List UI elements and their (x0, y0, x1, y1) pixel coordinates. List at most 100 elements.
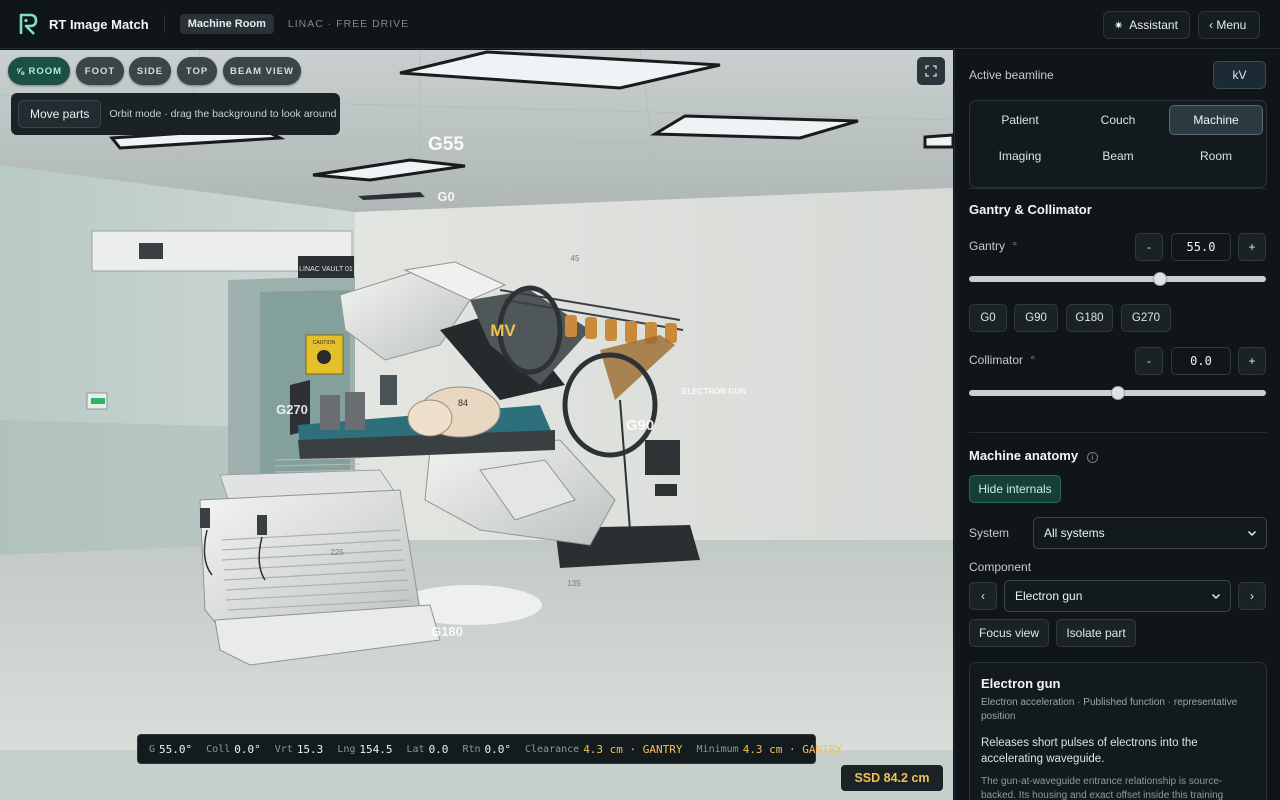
hide-internals-button[interactable]: Hide internals (969, 475, 1061, 503)
gantry-decrement-button[interactable]: - (1135, 233, 1163, 261)
chevron-down-icon (1247, 530, 1257, 537)
component-info-card: Electron gun Electron acceleration · Pub… (969, 662, 1267, 800)
collimator-value-input[interactable]: 0.0 (1171, 347, 1231, 375)
tab-machine[interactable]: Machine (1169, 105, 1263, 135)
readout-lng-label: Lng (337, 743, 356, 755)
tab-imaging[interactable]: Imaging (973, 141, 1067, 171)
readout-clearance-label: Clearance (525, 743, 580, 755)
collimator-slider[interactable] (969, 386, 1266, 400)
assistant-button[interactable]: ✷ Assistant (1103, 11, 1190, 39)
mv-label: MV (490, 321, 516, 340)
caution-sign: CAUTION (313, 340, 336, 346)
app-logo-icon (19, 13, 39, 35)
treatment-room-scene[interactable]: LINAC VAULT 01 CAUTION G55 G0 G270 G90 G… (0, 50, 953, 800)
readout-lng-value: 154.5 (359, 742, 393, 756)
chevron-down-icon (1211, 593, 1221, 600)
collimator-label: Collimator ° (969, 353, 1036, 367)
room-sign: LINAC VAULT 01 (299, 266, 353, 273)
divider (969, 188, 1267, 189)
readout-minimum-value: 4.3 cm · GANTRY (742, 742, 843, 756)
gantry-label-g55: G55 (428, 134, 464, 155)
component-select-value: Electron gun (1015, 589, 1083, 603)
readout-clearance-value: 4.3 cm · GANTRY (583, 742, 683, 756)
assistant-label: Assistant (1129, 18, 1178, 32)
gantry-slider[interactable] (969, 272, 1266, 286)
collimator-increment-button[interactable]: + (1238, 347, 1266, 375)
beamline-toggle-button[interactable]: kV (1213, 61, 1266, 89)
readout-vrt-label: Vrt (274, 743, 293, 755)
preset-g90-button[interactable]: G90 (1014, 304, 1058, 332)
gantry-label-g270: G270 (276, 402, 308, 417)
collimator-slider-thumb[interactable] (1110, 386, 1125, 400)
gantry-label-g180: G180 (431, 624, 463, 639)
component-info-title: Electron gun (981, 676, 1061, 691)
component-info-meta: Electron acceleration · Published functi… (981, 697, 1238, 722)
3d-viewport[interactable]: LINAC VAULT 01 CAUTION G55 G0 G270 G90 G… (0, 50, 953, 800)
readout-g-value: 55.0° (159, 742, 193, 756)
gantry-slider-thumb[interactable] (1152, 272, 1167, 286)
readout-coll-label: Coll (206, 743, 231, 755)
component-info-description: Releases short pulses of electrons into … (981, 737, 1198, 765)
panel-tabs: Patient Couch Machine Imaging Beam Room (969, 100, 1267, 188)
menu-label: ‹ Menu (1209, 18, 1247, 32)
angle-tick-45: 45 (571, 254, 580, 263)
readout-lat-value: 0.0 (428, 742, 449, 756)
view-room-button[interactable]: ⅝ ROOM (8, 57, 70, 85)
view-foot-button[interactable]: FOOT (76, 57, 124, 85)
collimator-decrement-button[interactable]: - (1135, 347, 1163, 375)
readout-lat-label: Lat (406, 743, 425, 755)
focus-view-button[interactable]: Focus view (969, 619, 1049, 647)
control-panel: Active beamline kV Patient Couch Machine… (954, 50, 1280, 800)
fullscreen-icon (925, 65, 937, 77)
next-component-button[interactable]: › (1238, 582, 1266, 610)
info-icon[interactable]: i (1086, 452, 1098, 463)
move-parts-button[interactable]: Move parts (18, 100, 102, 128)
component-info-note: The gun-at-waveguide entrance relationsh… (981, 776, 1224, 800)
readout-rtn-value: 0.0° (484, 742, 512, 756)
machine-anatomy-heading: Machine anatomy i (969, 448, 1098, 463)
system-select-value: All systems (1044, 526, 1105, 540)
prev-component-button[interactable]: ‹ (969, 582, 997, 610)
gantry-collimator-heading: Gantry & Collimator (969, 202, 1092, 217)
system-select[interactable]: All systems (1033, 517, 1267, 549)
fullscreen-button[interactable] (917, 57, 945, 85)
active-beamline-label: Active beamline (969, 68, 1054, 82)
sparkle-icon: ✷ (1114, 19, 1124, 32)
mode-subtitle: LINAC · FREE DRIVE (287, 18, 410, 30)
gantry-label-g90: G90 (626, 417, 654, 434)
ssd-badge: SSD 84.2 cm (841, 765, 943, 791)
gantry-value-input[interactable]: 55.0 (1171, 233, 1231, 261)
gantry-increment-button[interactable]: + (1238, 233, 1266, 261)
view-side-button[interactable]: SIDE (129, 57, 171, 85)
preset-g0-button[interactable]: G0 (969, 304, 1007, 332)
isocenter-label: 84 (458, 398, 468, 408)
orbit-hint-text: Orbit mode · drag the background to look… (109, 108, 337, 120)
mode-badge[interactable]: Machine Room (179, 14, 274, 34)
readout-rtn-label: Rtn (462, 743, 481, 755)
readout-minimum-label: Minimum (696, 743, 739, 755)
view-top-button[interactable]: TOP (177, 57, 217, 85)
tab-couch[interactable]: Couch (1071, 105, 1165, 135)
divider (163, 15, 165, 33)
tab-room[interactable]: Room (1169, 141, 1263, 171)
preset-g180-button[interactable]: G180 (1066, 304, 1113, 332)
tab-patient[interactable]: Patient (973, 105, 1067, 135)
divider (969, 432, 1267, 433)
angle-tick-225: 225 (330, 548, 344, 557)
readout-vrt-value: 15.3 (296, 742, 324, 756)
component-select[interactable]: Electron gun (1004, 580, 1231, 612)
angle-tick-135: 135 (567, 579, 581, 588)
readout-coll-value: 0.0° (234, 742, 261, 756)
gantry-label: Gantry ° (969, 239, 1018, 253)
preset-g270-button[interactable]: G270 (1121, 304, 1171, 332)
system-label: System (969, 526, 1010, 540)
view-beam-button[interactable]: BEAM VIEW (223, 57, 301, 85)
app-title: RT Image Match (49, 16, 149, 32)
tab-beam[interactable]: Beam (1071, 141, 1165, 171)
menu-button[interactable]: ‹ Menu (1198, 11, 1260, 39)
electron-gun-label: ELECTRON GUN (682, 387, 746, 396)
top-bar: RT Image Match Machine Room LINAC · FREE… (0, 0, 1280, 49)
orbit-hint-bar: Move parts Orbit mode · drag the backgro… (11, 93, 340, 135)
machine-readout-bar: G 55.0° Coll 0.0° Vrt 15.3 Lng 154.5 Lat 0.0 … (137, 734, 842, 764)
isolate-part-button[interactable]: Isolate part (1056, 619, 1136, 647)
